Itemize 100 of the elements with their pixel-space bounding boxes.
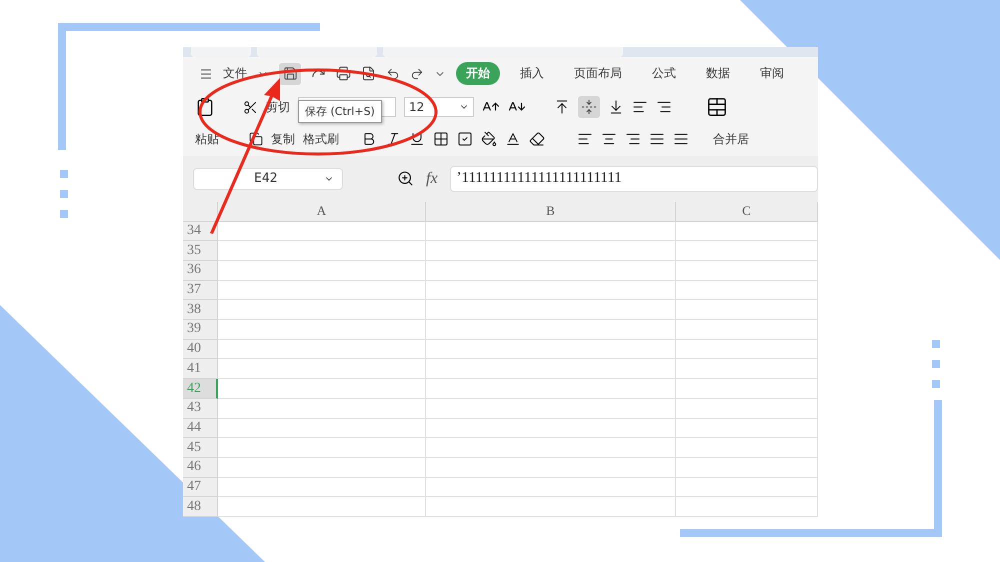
- table-cell[interactable]: [426, 241, 676, 262]
- ribbon-tab[interactable]: 审阅: [750, 62, 794, 86]
- tooltip: 保存 (Ctrl+S): [298, 100, 382, 123]
- table-cell[interactable]: [676, 418, 818, 438]
- table-cell[interactable]: [676, 340, 818, 360]
- print-icon[interactable]: [336, 66, 351, 82]
- table-cell[interactable]: [676, 241, 818, 262]
- table-cell[interactable]: [676, 320, 818, 340]
- merge-label[interactable]: 合并居: [713, 130, 749, 148]
- column-header[interactable]: B: [426, 202, 676, 222]
- paste-icon[interactable]: [195, 97, 215, 118]
- format-painter-label[interactable]: 格式刷: [303, 130, 339, 148]
- table-cell[interactable]: [218, 241, 426, 262]
- table-cell[interactable]: [426, 359, 676, 380]
- table-cell[interactable]: [218, 478, 426, 498]
- align-middle-button[interactable]: [578, 96, 600, 118]
- ribbon-tab[interactable]: 插入: [510, 62, 554, 86]
- undo-icon[interactable]: [386, 66, 400, 81]
- dots-decoration: [932, 340, 940, 388]
- table-cell[interactable]: [426, 438, 676, 458]
- row-header[interactable]: 40: [183, 340, 218, 360]
- row-header[interactable]: 39: [183, 320, 218, 340]
- table-cell[interactable]: [218, 300, 426, 320]
- align-top-icon[interactable]: [554, 99, 570, 116]
- preview-icon[interactable]: [361, 66, 376, 82]
- row-header[interactable]: 47: [183, 478, 218, 498]
- column-header[interactable]: A: [218, 202, 426, 222]
- table-cell[interactable]: [426, 340, 676, 360]
- table-cell[interactable]: [676, 222, 818, 242]
- document-tab[interactable]: [191, 47, 251, 58]
- dots-decoration: [60, 170, 68, 218]
- table-cell[interactable]: [218, 379, 426, 399]
- formula-field[interactable]: ’11111111111111111111111: [450, 166, 818, 192]
- fill-color-icon[interactable]: [481, 131, 497, 148]
- eraser-icon[interactable]: [529, 131, 545, 148]
- table-cell[interactable]: [676, 438, 818, 458]
- table-cell[interactable]: [676, 478, 818, 498]
- select-all-corner[interactable]: [183, 202, 218, 222]
- table-cell[interactable]: [426, 458, 676, 478]
- ribbon-tab[interactable]: 页面布局: [564, 62, 632, 86]
- table-cell[interactable]: [426, 497, 676, 517]
- row-header[interactable]: 41: [183, 359, 218, 380]
- table-cell[interactable]: [426, 478, 676, 498]
- table-cell[interactable]: [218, 261, 426, 281]
- table-cell[interactable]: [218, 320, 426, 340]
- row-header[interactable]: 46: [183, 458, 218, 478]
- font-size-field[interactable]: 12: [404, 97, 474, 118]
- row-header[interactable]: 36: [183, 261, 218, 281]
- table-cell[interactable]: [426, 418, 676, 438]
- table-cell[interactable]: [218, 438, 426, 458]
- file-menu[interactable]: 文件: [223, 65, 247, 82]
- row-header[interactable]: 35: [183, 241, 218, 262]
- document-tab[interactable]: [383, 47, 623, 58]
- row-header[interactable]: 43: [183, 398, 218, 419]
- merge-icon[interactable]: [706, 96, 728, 118]
- table-cell[interactable]: [676, 379, 818, 399]
- row-header[interactable]: 48: [183, 497, 218, 517]
- table-cell[interactable]: [676, 458, 818, 478]
- font-color-icon[interactable]: [505, 131, 521, 148]
- name-box[interactable]: E42: [193, 168, 343, 190]
- table-cell[interactable]: [218, 222, 426, 242]
- border-icon[interactable]: [433, 131, 449, 148]
- save-icon[interactable]: [282, 66, 298, 82]
- table-cell[interactable]: [426, 379, 676, 399]
- copy-label[interactable]: 复制: [271, 130, 295, 148]
- table-cell[interactable]: [426, 261, 676, 281]
- table-cell[interactable]: [676, 280, 818, 300]
- table-cell[interactable]: [426, 300, 676, 320]
- zoom-icon[interactable]: [397, 170, 414, 188]
- row-header[interactable]: 38: [183, 300, 218, 320]
- table-cell[interactable]: [218, 280, 426, 300]
- table-cell[interactable]: [426, 222, 676, 242]
- table-cell[interactable]: [676, 398, 818, 419]
- table-cell[interactable]: [218, 418, 426, 438]
- row-header[interactable]: 44: [183, 418, 218, 438]
- menu-icon[interactable]: [199, 66, 213, 81]
- ribbon-tab[interactable]: 公式: [642, 62, 686, 86]
- row-header[interactable]: 45: [183, 438, 218, 458]
- table-cell[interactable]: [218, 458, 426, 478]
- table-cell[interactable]: [676, 261, 818, 281]
- column-header[interactable]: C: [676, 202, 818, 222]
- align-bottom-icon[interactable]: [608, 99, 624, 116]
- table-cell[interactable]: [676, 359, 818, 380]
- table-cell[interactable]: [426, 280, 676, 300]
- ribbon-tab[interactable]: 数据: [696, 62, 740, 86]
- row-header[interactable]: 37: [183, 280, 218, 300]
- cut-icon[interactable]: [243, 100, 258, 115]
- table-cell[interactable]: [426, 398, 676, 419]
- table-cell[interactable]: [676, 300, 818, 320]
- table-cell[interactable]: [676, 497, 818, 517]
- underline-icon[interactable]: [409, 131, 425, 148]
- table-cell[interactable]: [218, 340, 426, 360]
- table-cell[interactable]: [218, 497, 426, 517]
- table-cell[interactable]: [426, 320, 676, 340]
- redo-icon[interactable]: [410, 66, 424, 81]
- table-cell[interactable]: [218, 359, 426, 380]
- paste-label[interactable]: 粘贴: [195, 130, 219, 148]
- document-tab[interactable]: [257, 47, 377, 58]
- fx-label: fx: [426, 170, 438, 188]
- table-cell[interactable]: [218, 398, 426, 419]
